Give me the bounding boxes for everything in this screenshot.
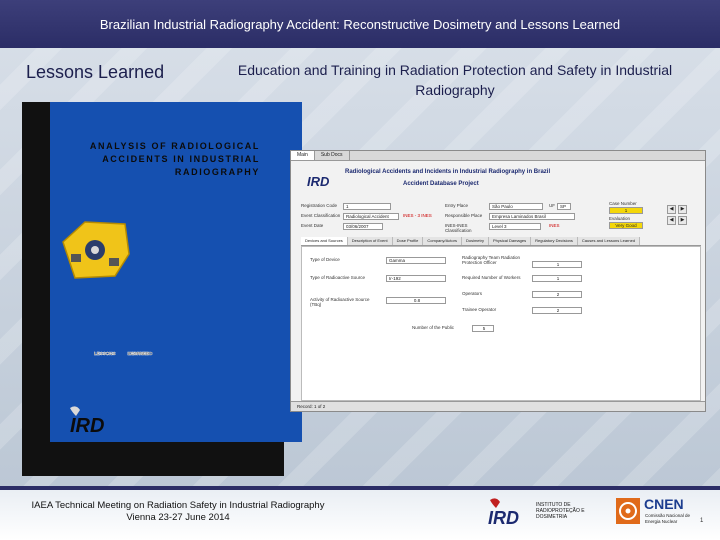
footer-text: IAEA Technical Meeting on Radiation Safe… [18,500,338,524]
subtab-regulatory[interactable]: Regulatory Decisions [531,237,578,245]
next-record-button[interactable]: ▶ [678,205,687,214]
subtab-causes[interactable]: Causes and Lessons Learned [577,237,641,245]
ines-code: INES [549,223,560,228]
eval-field[interactable]: Very Good [609,222,643,229]
ines-label: INES-INES Classification [445,223,472,233]
book-cover-title: ANALYSIS OF RADIOLOGICAL ACCIDENTS IN IN… [50,140,260,179]
operators-label: Operators [462,291,483,296]
subtab-description[interactable]: Description of Event [347,237,393,245]
record-panel: Type of Device Gamma Type of Radioactive… [301,246,701,401]
type-tag: INES - 3 INES [403,213,432,218]
slide-header-title: Brazilian Industrial Radiography Acciden… [99,16,621,32]
uf-select[interactable]: SP [557,203,571,210]
operators-field[interactable]: 2 [532,291,582,298]
page-number: 1 [700,518,704,524]
subtab-company[interactable]: Company/Actors [423,237,462,245]
ird-cover-logo-icon: IRD [70,406,104,436]
tab-sub-docs[interactable]: Sub Docs [315,151,350,160]
ird-footer-logo-text: IRD [488,508,519,528]
app-banner-title: Radiological Accidents and Incidents in … [345,169,551,175]
book-title-line-2: ACCIDENTS IN INDUSTRIAL [102,154,260,164]
activity-field[interactable]: 0.8 [386,297,446,304]
book-title-line-1: ANALYSIS OF RADIOLOGICAL [89,141,260,151]
footer-line-1: IAEA Technical Meeting on Radiation Safe… [31,500,325,511]
app-window-tabs: Main Sub Docs [291,151,705,161]
first-record-button[interactable]: ◀ [667,205,676,214]
date-field[interactable]: 03/06/2007 [343,223,383,230]
ird-cover-logo-text: IRD [70,415,104,436]
slide-subtitle: Education and Training in Radiation Prot… [237,62,673,98]
reg-label: Registration Code [301,203,338,208]
ird-app-logo-icon: IRD [307,174,330,189]
ird-app-logo-text: IRD [307,174,330,189]
type-label: Event Classification [301,213,341,218]
app-banner-subtitle: Accident Database Project [403,181,479,187]
last-record-button[interactable]: ▶ [678,216,687,225]
ines-select[interactable]: Level 3 [489,223,541,230]
book-title-line-3: RADIOGRAPHY [174,167,260,177]
eval-label: Evaluation [609,216,631,221]
source-type-label: Type of Radioactive Source [310,275,366,280]
record-subtabs: Devices and Sources Description of Event… [301,237,701,246]
activity-label: Activity of Radioactive Source (TBq) [310,297,370,307]
ird-footer-name: INSTITUTO DE RADIOPROTEÇÃO E DOSIMETRIA [536,502,585,520]
slide-heading: Lessons Learned [26,62,165,82]
database-app-window: Main Sub Docs IRD Radiological Accidents… [290,150,706,412]
footer-line-2: Vienna 23-27 June 2014 [126,512,230,523]
cnen-logo-icon [616,498,640,524]
lessons-label-2: LESSONS [94,351,116,356]
reg-field[interactable]: 1 [343,203,391,210]
trainees-label: Trainee Operator [462,307,497,312]
uf-label: UF [549,203,555,208]
radiography-device-icon [62,221,130,279]
cnen-subtitle: Comissão Nacional de Energia Nuclear [645,513,691,524]
subtab-devices[interactable]: Devices and Sources [301,237,348,245]
record-status-bar[interactable]: Record: 1 of 2 [291,401,705,411]
case-label: Case Number [609,201,637,206]
footer-divider [0,486,720,490]
ird-footer-logo: IRD INSTITUTO DE RADIOPROTEÇÃO E DOSIMET… [486,496,585,535]
ird-footer-logo-icon: IRD [488,498,519,528]
equip-select[interactable]: Gamma [386,257,446,264]
radiation-officer-label: Radiography Team Radiation Protection Of… [462,255,520,265]
learned-label: LEARNED [127,351,150,356]
source-label: Responsible Place [445,213,483,218]
required-workers-field[interactable]: 1 [532,275,582,282]
header-bar: Brazilian Industrial Radiography Acciden… [0,0,720,48]
source-type-select[interactable]: Ir-192 [386,275,446,282]
equip-label: Type of Device [310,257,340,262]
required-workers-label: Required Number of Workers [462,275,521,280]
date-label: Event Date [301,223,324,228]
previous-record-button[interactable]: ◀ [667,216,676,225]
record-nav-buttons: ◀ ▶ ◀ ▶ [667,205,689,225]
entry-field[interactable]: São Paulo [489,203,543,210]
entry-label: Entry Place [445,203,469,208]
source-field[interactable]: Empresa Laminados Brasil [489,213,575,220]
subtab-dose-profile[interactable]: Dose Profile [392,237,424,245]
case-number-field[interactable]: 1 [609,207,643,214]
app-banner: IRD Radiological Accidents and Incidents… [299,165,699,195]
public-field[interactable]: 5 [472,325,494,332]
type-select[interactable]: Radiological Accident [343,213,399,220]
cnen-name: CNEN [644,496,684,512]
subtab-dosimetry[interactable]: Dosimetry [461,237,489,245]
tab-main[interactable]: Main [291,151,315,160]
public-label: Number of the Public [412,325,455,330]
subtab-physical-damages[interactable]: Physical Damages [488,237,532,245]
radiation-officer-field[interactable]: 1 [532,261,582,268]
trainees-field[interactable]: 2 [532,307,582,314]
cnen-footer-logo: CNEN Comissão Nacional de Energia Nuclea… [614,496,690,531]
